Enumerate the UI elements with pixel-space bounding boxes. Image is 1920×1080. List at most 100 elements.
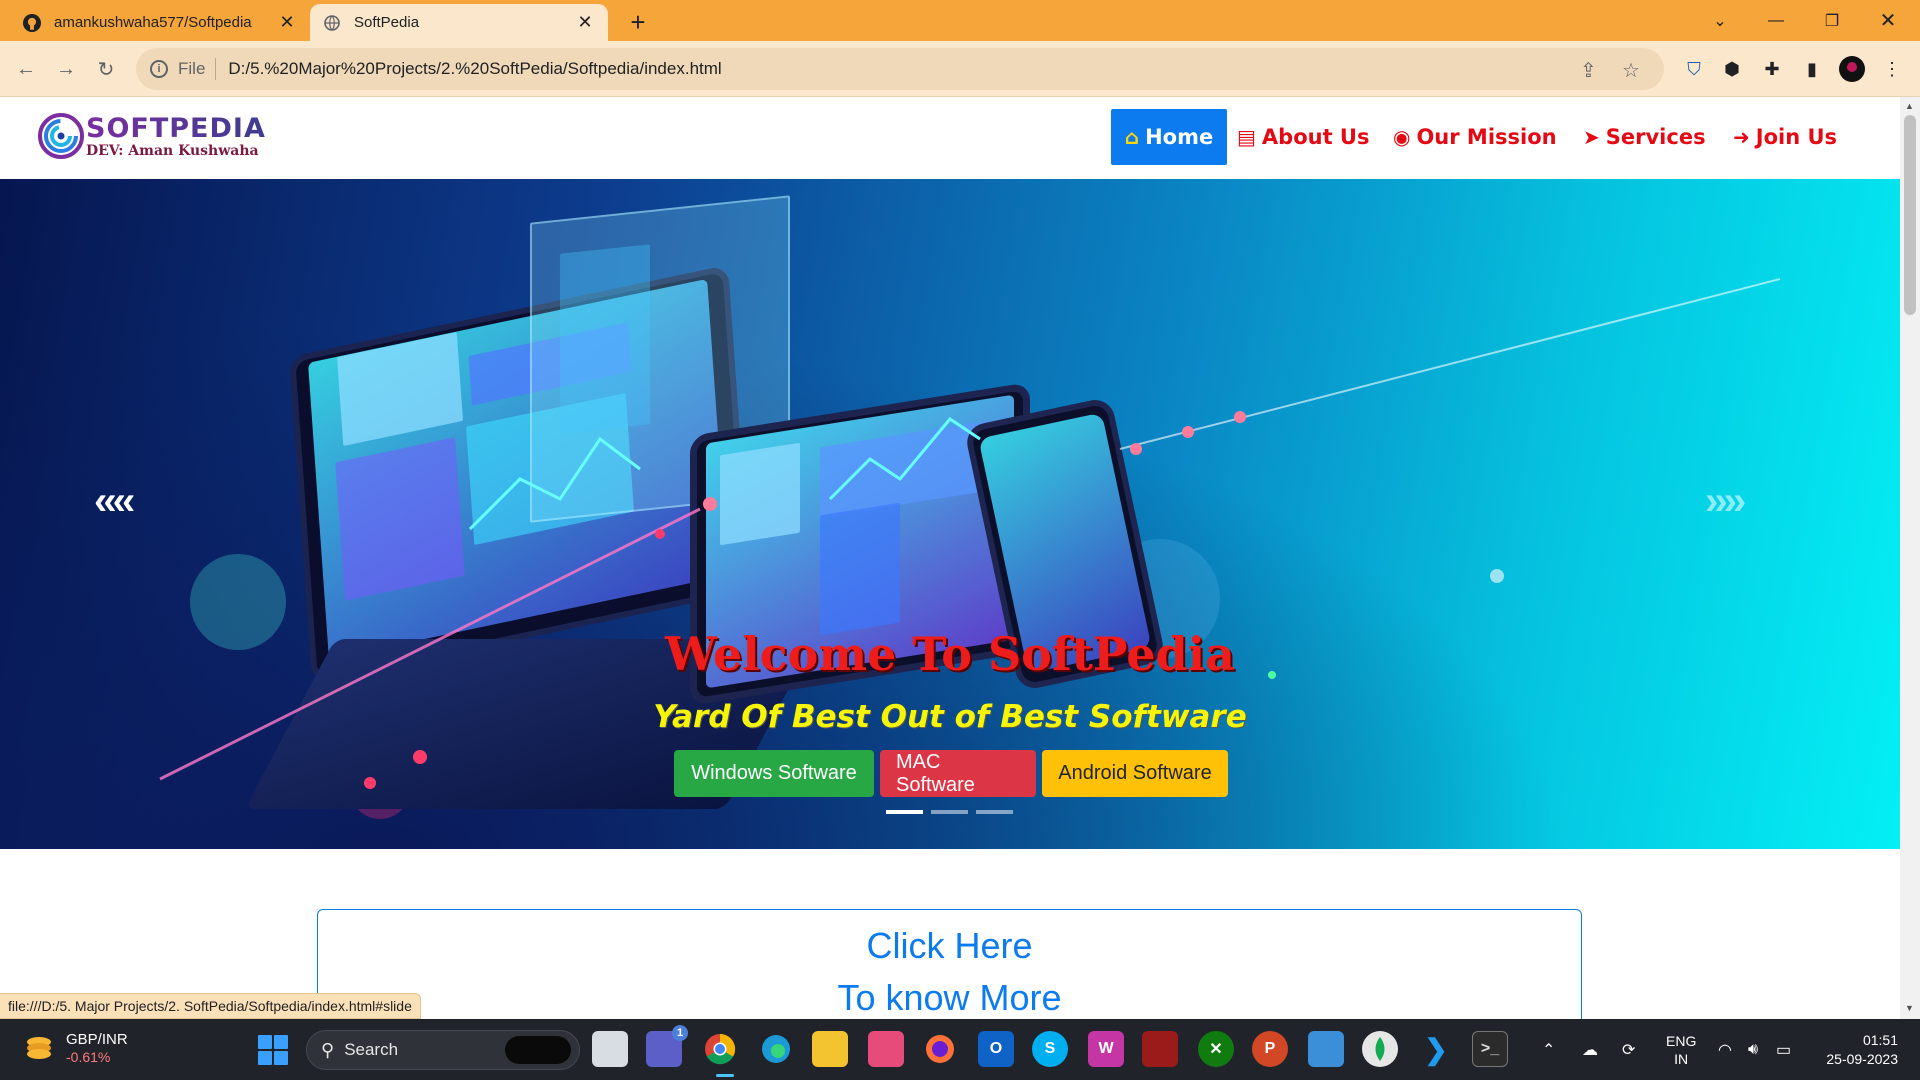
hero-subtitle: Yard Of Best Out of Best Software (653, 699, 1247, 735)
site-logo[interactable]: SOFTPEDIA DEV: Aman Kushwaha (38, 113, 266, 159)
nav-label: Services (1605, 125, 1706, 149)
info-icon[interactable]: i (150, 60, 168, 78)
powerpoint-icon[interactable]: P (1252, 1031, 1288, 1067)
windows-start-icon[interactable] (258, 1035, 288, 1065)
nav-home[interactable]: ⌂ Home (1111, 109, 1227, 165)
web-page: SOFTPEDIA DEV: Aman Kushwaha ⌂ Home ▤ Ab… (0, 97, 1900, 1019)
wps-icon[interactable]: W (1088, 1031, 1124, 1067)
active-app-indicator (716, 1074, 734, 1077)
nav-label: Join Us (1755, 125, 1838, 149)
windows-software-button[interactable]: Windows Software (674, 750, 874, 797)
tab-title: amankushwaha577/Softpedia (54, 14, 252, 31)
android-software-button[interactable]: Android Software (1042, 750, 1228, 797)
nav-about-us[interactable]: ▤ About Us (1237, 109, 1369, 165)
chrome-icon[interactable] (702, 1031, 738, 1067)
sync-icon[interactable]: ⟳ (1622, 1019, 1635, 1080)
carousel-prev-button[interactable]: ‹‹‹‹ (94, 479, 135, 524)
ticker-name: GBP/INR (66, 1031, 128, 1048)
carousel-indicators (886, 810, 1013, 814)
profile-avatar[interactable] (1838, 55, 1866, 83)
mac-software-button[interactable]: MAC Software (880, 750, 1036, 797)
xbox-icon[interactable]: ✕ (1198, 1031, 1234, 1067)
battery-icon[interactable]: ▭ (1776, 1019, 1791, 1080)
cube-extension-icon[interactable]: ⬢ (1718, 55, 1746, 83)
hero-title: Welcome To SoftPedia (665, 627, 1235, 681)
kali-icon[interactable] (1142, 1031, 1178, 1067)
onedrive-icon[interactable]: ☁ (1582, 1019, 1598, 1080)
mongodb-icon[interactable] (1362, 1031, 1398, 1067)
edge-icon[interactable] (758, 1031, 794, 1067)
wifi-icon[interactable]: ◠ (1718, 1019, 1732, 1080)
volume-icon[interactable]: 🔊︎ (1748, 1019, 1758, 1080)
hero-carousel: ‹‹‹‹ ›››› Welcome To SoftPedia Yard Of B… (0, 179, 1900, 849)
teams-icon[interactable]: 1 (646, 1025, 688, 1067)
shield-icon[interactable]: ⛉ (1680, 55, 1708, 83)
tab-search-icon[interactable]: ⌄ (1692, 0, 1748, 41)
carousel-indicator[interactable] (931, 810, 968, 814)
file-explorer-icon[interactable] (812, 1031, 848, 1067)
share-icon[interactable]: ⇪ (1580, 58, 1597, 83)
taskbar-clock[interactable]: 01:51 25-09-2023 (1818, 1031, 1898, 1069)
logo-dev: DEV: Aman Kushwaha (86, 142, 259, 159)
know-more-card[interactable]: Click Here To know More (317, 909, 1582, 1019)
side-panel-icon[interactable]: ▮ (1798, 55, 1826, 83)
new-tab-button[interactable]: + (622, 6, 654, 38)
scroll-down-icon[interactable]: ▼ (1905, 1003, 1914, 1013)
site-navbar: SOFTPEDIA DEV: Aman Kushwaha ⌂ Home ▤ Ab… (0, 97, 1900, 179)
bing-icon[interactable] (505, 1036, 571, 1064)
close-icon[interactable]: ✕ (276, 12, 298, 34)
notepad-icon[interactable] (1308, 1031, 1344, 1067)
globe-icon (322, 13, 342, 33)
nav-join-us[interactable]: ➜ Join Us (1733, 109, 1837, 165)
reload-button[interactable]: ↻ (88, 51, 124, 87)
scheme-label: File (178, 59, 206, 78)
kebab-menu-icon[interactable]: ⋮ (1878, 55, 1906, 83)
home-icon: ⌂ (1124, 125, 1140, 149)
close-icon[interactable]: ✕ (574, 12, 596, 34)
browser-toolbar: ← → ↻ i File D:/5.%20Major%20Projects/2.… (0, 41, 1920, 97)
carousel-indicator[interactable] (886, 810, 923, 814)
tab-softpedia[interactable]: SoftPedia ✕ (310, 4, 608, 41)
carousel-indicator[interactable] (976, 810, 1013, 814)
forward-button[interactable]: → (48, 51, 84, 87)
lang-code: ENG (1666, 1032, 1697, 1049)
currency-icon (27, 1037, 51, 1059)
tray-overflow-icon[interactable]: ⌃ (1542, 1019, 1555, 1080)
search-icon: ⚲ (321, 1039, 335, 1060)
taskbar-search[interactable]: ⚲ Search (306, 1030, 580, 1070)
skype-icon[interactable]: S (1032, 1031, 1068, 1067)
search-placeholder: Search (344, 1040, 399, 1059)
swirl-logo-icon (38, 113, 84, 159)
carousel-next-button[interactable]: ›››› (1705, 479, 1746, 524)
logo-brand: SOFTPEDIA (86, 112, 266, 144)
nav-services[interactable]: ➤ Services (1583, 109, 1706, 165)
vscode-icon[interactable]: ❯ (1418, 1031, 1454, 1067)
bookmark-star-icon[interactable]: ☆ (1622, 58, 1640, 83)
teams-badge: 1 (672, 1025, 688, 1041)
nav-label: Our Mission (1416, 125, 1557, 149)
terminal-icon[interactable]: >_ (1472, 1031, 1508, 1067)
tab-github[interactable]: amankushwaha577/Softpedia ✕ (10, 4, 310, 41)
address-bar[interactable]: i File D:/5.%20Major%20Projects/2.%20Sof… (136, 48, 1664, 90)
puzzle-icon[interactable]: ✚ (1758, 55, 1786, 83)
stock-widget[interactable]: GBP/INR -0.61% (24, 1031, 128, 1065)
restore-button[interactable]: ❐ (1804, 0, 1860, 41)
scroll-up-icon[interactable]: ▲ (1905, 101, 1914, 111)
nav-our-mission[interactable]: ◉ Our Mission (1393, 109, 1557, 165)
clock-time: 01:51 (1862, 1032, 1898, 1048)
hero-buttons: Windows Software MAC Software Android So… (674, 750, 1228, 797)
url-text[interactable]: D:/5.%20Major%20Projects/2.%20SoftPedia/… (228, 59, 721, 79)
language-indicator[interactable]: ENG IN (1666, 1019, 1696, 1080)
page-scrollbar[interactable]: ▲ ▼ (1900, 97, 1920, 1019)
task-view-icon[interactable] (592, 1031, 628, 1067)
outlook-icon[interactable]: O (978, 1031, 1014, 1067)
scrollbar-thumb[interactable] (1904, 115, 1916, 315)
close-window-button[interactable]: ✕ (1860, 0, 1916, 41)
back-button[interactable]: ← (8, 51, 44, 87)
sign-in-icon: ➜ (1733, 125, 1750, 149)
github-icon (22, 13, 42, 33)
firefox-icon[interactable] (922, 1031, 958, 1067)
target-icon: ◉ (1393, 125, 1411, 149)
minimize-button[interactable]: — (1748, 0, 1804, 41)
snipping-tool-icon[interactable] (868, 1031, 904, 1067)
